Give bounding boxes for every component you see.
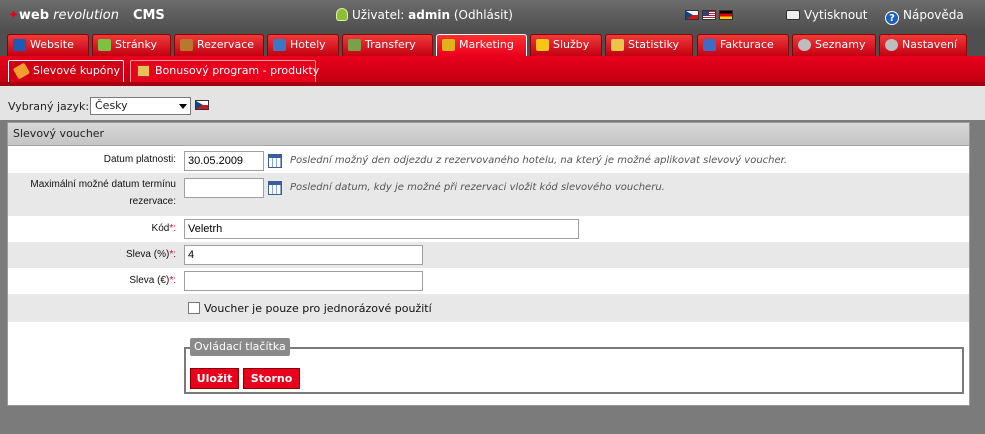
save-button[interactable]: Uložit [190,368,239,389]
controls-legend: Ovládací tlačítka [190,338,290,356]
chevron-down-icon [179,104,187,109]
tab-statistiky[interactable]: Statistiky [605,34,693,56]
form-title: Slevový voucher [8,123,969,146]
tab-fakturace[interactable]: Fakturace [697,34,789,56]
logo-revolution: revolution [53,8,119,23]
car-icon [348,39,361,51]
trophy-icon [442,39,455,51]
valid-date-hint: Poslední možný den odjezdu z rezervované… [290,155,788,166]
printer-icon [786,10,800,20]
tab-transfery[interactable]: Transfery [342,34,433,56]
home-icon [13,39,26,51]
single-use-checkbox[interactable] [188,302,200,314]
coupon-icon [12,62,31,80]
print-button[interactable]: Vytisknout [786,8,868,22]
czech-flag-icon[interactable] [685,10,699,20]
discount-eur-input[interactable] [184,271,423,291]
tab-stranky[interactable]: Stránky [92,34,171,56]
calendar-icon[interactable] [268,181,282,195]
discount-pct-input[interactable]: 4 [184,245,423,265]
star-icon [536,39,549,51]
row-max-date: Maximální možné datum termínu rezervace:… [8,173,969,216]
help-icon: ? [885,11,899,25]
row-discount-pct: Sleva (%)*: 4 [8,242,969,268]
controls-fieldset: Ovládací tlačítka Uložit Storno [184,338,964,394]
row-discount-eur: Sleva (€)*: [8,268,969,294]
discount-eur-label: Sleva (€)*: [129,275,176,286]
tab-hotely[interactable]: Hotely [267,34,339,56]
tab-marketing[interactable]: Marketing [436,34,527,56]
valid-date-label: Datum platnosti: [103,154,176,165]
max-date-input[interactable] [184,178,264,198]
german-flag-icon[interactable] [719,10,733,20]
valid-date-input[interactable]: 30.05.2009 [184,151,264,171]
user-label: Uživatel: [352,8,405,22]
row-single-use: Voucher je pouze pro jednorázové použití [8,294,969,322]
top-header: ✦web revolution CMS Uživatel: admin (Odhl… [0,0,985,32]
voucher-form: Slevový voucher Datum platnosti: 30.05.2… [7,122,970,406]
hotel-icon [273,39,286,51]
print-label: Vytisknout [804,8,868,22]
row-code: Kód*: Veletrh [8,216,969,242]
max-date-hint: Poslední datum, kdy je možné při rezerva… [290,182,665,193]
max-date-label-line1: Maximální možné datum termínu [30,179,176,190]
discount-pct-label: Sleva (%)*: [125,249,176,260]
logo-web: web [18,8,50,23]
user-info: Uživatel: admin (Odhlásit) [336,8,513,22]
invoice-icon [703,39,716,51]
language-select[interactable]: Česky [90,97,191,115]
user-name: admin [408,8,451,22]
help-button[interactable]: ? Nápověda [885,8,964,25]
logo-cms: CMS [132,8,165,23]
settings-icon [885,39,898,51]
puzzle-icon [98,39,111,51]
subtab-bonusovy-program[interactable]: Bonusový program - produkty [130,60,319,82]
calendar-icon[interactable] [268,154,282,168]
tab-rezervace[interactable]: Rezervace [174,34,264,56]
czech-flag-icon [195,100,209,110]
code-label: Kód*: [151,223,176,234]
language-flags [685,8,736,21]
english-flag-icon[interactable] [702,10,716,20]
logo-star-icon: ✦ [8,8,19,23]
language-row: Vybraný jazyk: Česky [0,86,985,120]
help-label: Nápověda [903,8,964,22]
tab-sluzby[interactable]: Služby [530,34,602,56]
language-label: Vybraný jazyk: [8,100,90,113]
tab-seznamy[interactable]: Seznamy [792,34,876,56]
max-date-label-line2: rezervace: [129,196,176,207]
sub-tabs: Slevové kupóny Bonusový program - produk… [0,56,985,86]
cancel-button[interactable]: Storno [243,368,300,389]
user-icon [336,8,348,21]
code-input[interactable]: Veletrh [184,219,579,239]
gear-icon [798,39,811,51]
reservation-icon [180,39,193,51]
single-use-label: Voucher je pouze pro jednorázové použití [204,302,432,315]
tab-website[interactable]: Website [7,34,89,56]
chart-icon [611,39,624,51]
tab-nastaveni[interactable]: Nastavení [879,34,967,56]
gift-icon [137,65,150,77]
logout-link[interactable]: (Odhlásit) [454,8,513,22]
subtab-slevove-kupony[interactable]: Slevové kupóny [8,60,124,82]
row-valid-date: Datum platnosti: 30.05.2009 Poslední mož… [8,147,969,173]
language-selected: Česky [95,99,128,112]
app-logo[interactable]: ✦web revolution CMS [8,8,165,23]
main-tabs: Website Stránky Rezervace Hotely Transfe… [0,32,985,56]
